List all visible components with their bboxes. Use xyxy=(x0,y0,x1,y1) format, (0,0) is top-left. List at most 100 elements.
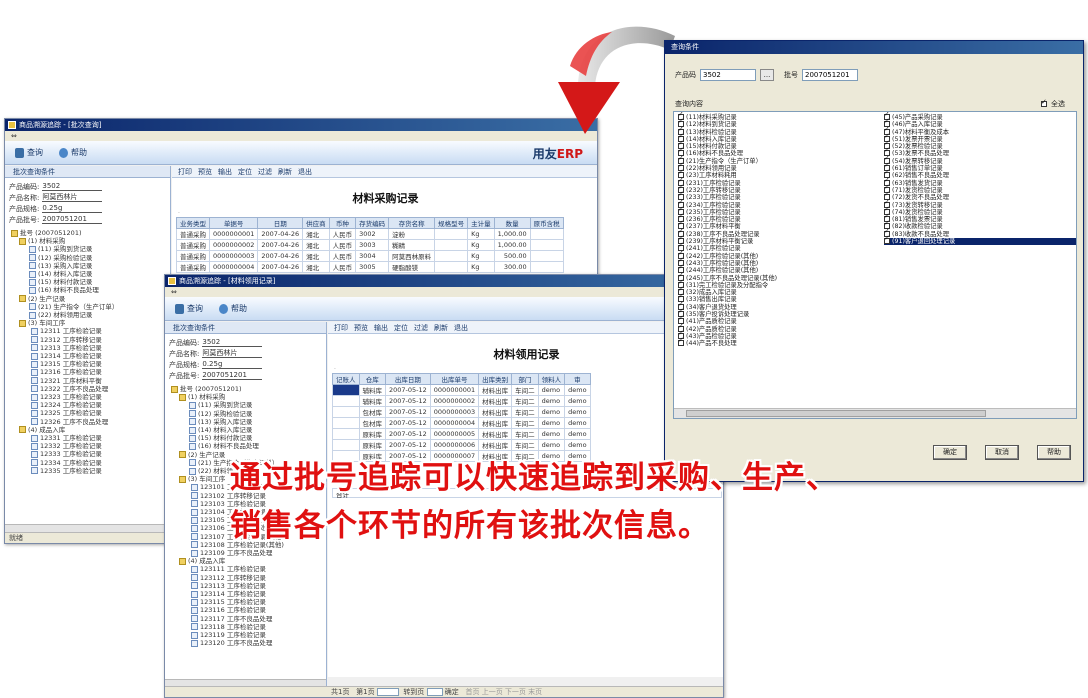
table-row[interactable]: 普通采购 0000000001 2007-04-26 湘北 人民币 3002 淀粉 Kg 1,0… xyxy=(176,228,564,240)
tree-node[interactable]: (11) 采购到货记录 xyxy=(9,245,170,253)
query-option[interactable]: (53)发票不良品处理 xyxy=(884,147,1076,157)
tree-node[interactable]: (12) 采购检验记录 xyxy=(9,254,170,262)
tree-node[interactable]: 123116 工序检验记录 xyxy=(169,606,326,614)
column-header[interactable]: 领料人 xyxy=(537,373,566,385)
tree-node[interactable]: (14) 材料入库记录 xyxy=(169,426,326,434)
page-input[interactable] xyxy=(376,688,399,696)
column-header[interactable]: 规格型号 xyxy=(434,217,469,229)
query-option[interactable]: (233)工序检验记录 xyxy=(678,191,777,201)
report-tab[interactable]: 打印 xyxy=(178,166,192,177)
tree-node[interactable]: 12335 工序检验记录 xyxy=(9,467,170,475)
table-row[interactable]: 辅料库 2007-05-12 0000000002 材料出库 车间二 demo demo xyxy=(332,395,591,407)
query-button[interactable]: 查询 xyxy=(175,303,203,314)
tree-node[interactable]: (2) 生产记录 xyxy=(9,295,170,303)
tree-node[interactable]: 123112 工序转移记录 xyxy=(169,574,326,582)
table-row[interactable]: 原料库 2007-05-12 0000000006 材料出库 车间二 demo demo xyxy=(332,439,591,451)
report-tab[interactable]: 定位 xyxy=(238,166,252,177)
tree-node[interactable]: (22) 材料领用记录 xyxy=(9,311,170,319)
report-tab[interactable]: 输出 xyxy=(218,166,232,177)
goto-ok-button[interactable]: 确定 xyxy=(445,688,459,696)
query-option[interactable]: (34)客户退货处理 xyxy=(678,301,777,311)
product-input[interactable] xyxy=(700,69,756,81)
column-header[interactable]: 单据号 xyxy=(208,217,259,229)
query-option[interactable]: (237)工序材料平衡 xyxy=(678,220,777,230)
tree-node[interactable]: 12325 工序检验记录 xyxy=(9,409,170,417)
table-row[interactable]: 普通采购 0000000003 2007-04-26 湘北 人民币 3004 阿莫西林原料 K… xyxy=(176,250,564,262)
query-option[interactable]: (54)发票转移记录 xyxy=(884,155,1076,165)
column-header[interactable]: 存货编码 xyxy=(355,217,390,229)
column-header[interactable]: 主计量 xyxy=(467,217,495,229)
report-tab[interactable]: 输出 xyxy=(374,322,388,333)
back-window-titlebar[interactable]: 商品溯源追踪 - [批次查询] xyxy=(5,119,597,131)
tree-node[interactable]: 123120 工序不良品处理 xyxy=(169,639,326,647)
tree-node[interactable]: 12321 工序材料平衡 xyxy=(9,377,170,385)
select-all-checkbox[interactable]: 全选 xyxy=(1041,98,1065,109)
tree-node[interactable]: 12313 工序检验记录 xyxy=(9,344,170,352)
query-button[interactable]: 查询 xyxy=(15,147,43,158)
back-tree[interactable]: 批号 (2007051201) (1) 材料采购 (11) 采购到货记录 (12) 采… xyxy=(5,229,170,475)
query-option[interactable]: (44)产品不良处理 xyxy=(678,337,777,347)
tree-node[interactable]: 12312 工序转移记录 xyxy=(9,336,170,344)
query-option[interactable]: (47)材料平衡及成本 xyxy=(884,126,1076,136)
tree-node[interactable]: 12316 工序检验记录 xyxy=(9,368,170,376)
query-option[interactable]: (63)销售发货记录 xyxy=(884,177,1076,187)
query-option[interactable]: (12)材料到货记录 xyxy=(678,118,777,128)
query-option[interactable]: (91)客户退回处理记录 xyxy=(884,235,1076,246)
report-tab[interactable]: 预览 xyxy=(198,166,212,177)
tree-node[interactable]: (4) 成品入库 xyxy=(9,426,170,434)
column-header[interactable]: 记账人 xyxy=(332,373,360,385)
column-header[interactable]: 审 xyxy=(564,373,591,385)
tree-node[interactable]: 12326 工序不良品处理 xyxy=(9,418,170,426)
dialog-titlebar[interactable]: 查询条件 xyxy=(665,41,1083,54)
cancel-button[interactable]: 取消 xyxy=(985,445,1019,460)
tree-node[interactable]: 12334 工序检验记录 xyxy=(9,459,170,467)
ok-button[interactable]: 确定 xyxy=(933,445,967,460)
tree-node[interactable]: 批号 (2007051201) xyxy=(9,229,170,237)
tree-node[interactable]: (16) 材料不良品处理 xyxy=(169,442,326,450)
table-row[interactable]: 原料库 2007-05-12 0000000005 材料出库 车间二 demo demo xyxy=(332,428,591,440)
report-tab[interactable]: 过滤 xyxy=(258,166,272,177)
column-header[interactable]: 存货名称 xyxy=(388,217,436,229)
query-option[interactable]: (231)工序检验记录 xyxy=(678,177,777,187)
table-row[interactable]: 普通采购 0000000002 2007-04-26 湘北 人民币 3003 糊精 Kg 1,0… xyxy=(176,239,564,251)
tree-node[interactable]: 123118 工序检验记录 xyxy=(169,623,326,631)
table-row[interactable]: 辅料库 2007-05-12 0000000001 材料出库 车间二 demo demo xyxy=(332,384,591,396)
help-button[interactable]: 帮助 xyxy=(219,303,247,314)
column-header[interactable]: 业务类型 xyxy=(176,217,210,229)
query-option[interactable]: (241)工序检验记录 xyxy=(678,242,777,252)
column-header[interactable]: 出库类别 xyxy=(478,373,513,385)
column-header[interactable]: 原币含税 xyxy=(529,217,564,229)
tree-node[interactable]: (21) 生产指令（生产订单） xyxy=(9,303,170,311)
column-header[interactable]: 出库日期 xyxy=(385,373,431,385)
query-option[interactable]: (21)生产指令（生产订单） xyxy=(678,155,777,165)
column-header[interactable]: 出库单号 xyxy=(429,373,480,385)
query-option[interactable]: (42)产品质检记录 xyxy=(678,323,777,333)
tree-node[interactable]: (13) 采购入库记录 xyxy=(169,418,326,426)
query-option[interactable]: (46)产品入库记录 xyxy=(884,118,1076,128)
query-option[interactable]: (72)发货不良品处理 xyxy=(884,191,1076,201)
tree-node[interactable]: (11) 采购到货记录 xyxy=(169,401,326,409)
report-tab[interactable]: 刷新 xyxy=(434,322,448,333)
tree-node[interactable]: 123117 工序不良品处理 xyxy=(169,615,326,623)
table-row[interactable]: 包材库 2007-05-12 0000000003 材料出库 车间二 demo demo xyxy=(332,406,591,418)
query-option[interactable]: (245)工序不良品处理记录(其他) xyxy=(678,272,777,282)
column-header[interactable]: 币种 xyxy=(328,217,357,229)
tree-node[interactable]: (12) 采购检验记录 xyxy=(169,410,326,418)
query-option[interactable]: (33)销售出库记录 xyxy=(678,293,777,303)
tree-node[interactable]: (16) 材料不良品处理 xyxy=(9,286,170,294)
report-tab[interactable]: 退出 xyxy=(454,322,468,333)
report-tab[interactable]: 过滤 xyxy=(414,322,428,333)
tree-node[interactable]: (14) 材料入库记录 xyxy=(9,270,170,278)
query-option[interactable]: (242)工序检验记录(其他) xyxy=(678,250,777,260)
report-tab[interactable]: 退出 xyxy=(298,166,312,177)
report-tab[interactable]: 打印 xyxy=(334,322,348,333)
query-option[interactable]: (16)材料不良品处理 xyxy=(678,147,777,157)
query-option[interactable]: (234)工序检验记录 xyxy=(678,199,777,209)
query-option[interactable]: (82)收款检验记录 xyxy=(884,220,1076,230)
query-option[interactable]: (13)材料检验记录 xyxy=(678,126,777,136)
tree-node[interactable]: 12333 工序检验记录 xyxy=(9,450,170,458)
report-tab[interactable]: 刷新 xyxy=(278,166,292,177)
query-content-list[interactable]: (11)材料采购记录(12)材料到货记录(13)材料检验记录(14)材料入库记录… xyxy=(673,111,1077,419)
column-header[interactable]: 部门 xyxy=(511,373,539,385)
help-button[interactable]: 帮助 xyxy=(1037,445,1071,460)
